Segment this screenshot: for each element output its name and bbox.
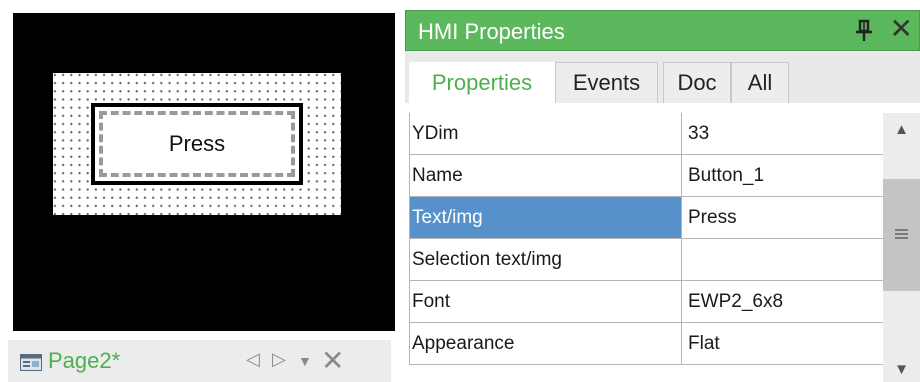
tab-prev-icon[interactable]: ◁ bbox=[246, 349, 260, 370]
tab-events[interactable]: Events bbox=[555, 62, 658, 103]
property-name: Text/img bbox=[410, 197, 682, 238]
property-row-appearance[interactable]: Appearance Flat bbox=[410, 323, 883, 365]
grip-icon bbox=[895, 229, 908, 239]
tab-menu-icon[interactable]: ▼ bbox=[298, 353, 312, 369]
property-value[interactable]: Press bbox=[688, 197, 883, 238]
property-name: Selection text/img bbox=[410, 239, 682, 280]
property-value[interactable]: 33 bbox=[688, 113, 883, 154]
tab-properties[interactable]: Properties bbox=[409, 62, 555, 103]
property-value[interactable]: Flat bbox=[688, 323, 883, 364]
property-row-name[interactable]: Name Button_1 bbox=[410, 155, 883, 197]
hmi-page-area[interactable]: Press bbox=[53, 73, 341, 215]
page-tab-page2[interactable]: Page2* bbox=[48, 348, 120, 374]
hmi-canvas[interactable]: Press bbox=[13, 13, 395, 331]
page-tab-bar: Page2* ◁ ▷ ▼ ✕ bbox=[8, 340, 391, 382]
tab-all[interactable]: All bbox=[731, 62, 789, 103]
property-value[interactable] bbox=[688, 239, 883, 280]
property-row-text-img[interactable]: Text/img Press bbox=[410, 197, 883, 239]
property-grid: YDim 33 Name Button_1 Text/img Press Sel… bbox=[409, 113, 883, 365]
scroll-up-icon[interactable]: ▲ bbox=[883, 121, 920, 138]
close-icon[interactable]: ✕ bbox=[890, 14, 913, 44]
property-row-ydim[interactable]: YDim 33 bbox=[410, 113, 883, 155]
panel-title-bar: HMI Properties ✕ bbox=[405, 10, 920, 51]
property-row-font[interactable]: Font EWP2_6x8 bbox=[410, 281, 883, 323]
close-icon[interactable]: ✕ bbox=[321, 344, 344, 377]
panel-tab-strip: Properties Events Doc All bbox=[405, 51, 920, 103]
hmi-button-widget[interactable]: Press bbox=[91, 103, 303, 185]
property-row-selection-text-img[interactable]: Selection text/img bbox=[410, 239, 883, 281]
page-icon bbox=[20, 354, 42, 371]
property-name: Name bbox=[410, 155, 682, 196]
property-value[interactable]: Button_1 bbox=[688, 155, 883, 196]
property-name: YDim bbox=[410, 113, 682, 154]
panel-title: HMI Properties bbox=[418, 19, 565, 44]
hmi-button-text: Press bbox=[168, 131, 226, 156]
property-value[interactable]: EWP2_6x8 bbox=[688, 281, 883, 322]
vertical-scrollbar[interactable]: ▲ ▼ bbox=[883, 113, 920, 382]
hmi-properties-panel: HMI Properties ✕ Properties Events Doc A… bbox=[404, 10, 920, 382]
tab-doc[interactable]: Doc bbox=[663, 62, 731, 103]
scroll-down-icon[interactable]: ▼ bbox=[883, 361, 920, 378]
selection-outline: Press bbox=[99, 111, 295, 177]
scroll-thumb[interactable] bbox=[883, 179, 920, 291]
property-name: Appearance bbox=[410, 323, 682, 364]
pin-icon[interactable] bbox=[855, 18, 873, 44]
property-name: Font bbox=[410, 281, 682, 322]
tab-next-icon[interactable]: ▷ bbox=[272, 349, 286, 370]
